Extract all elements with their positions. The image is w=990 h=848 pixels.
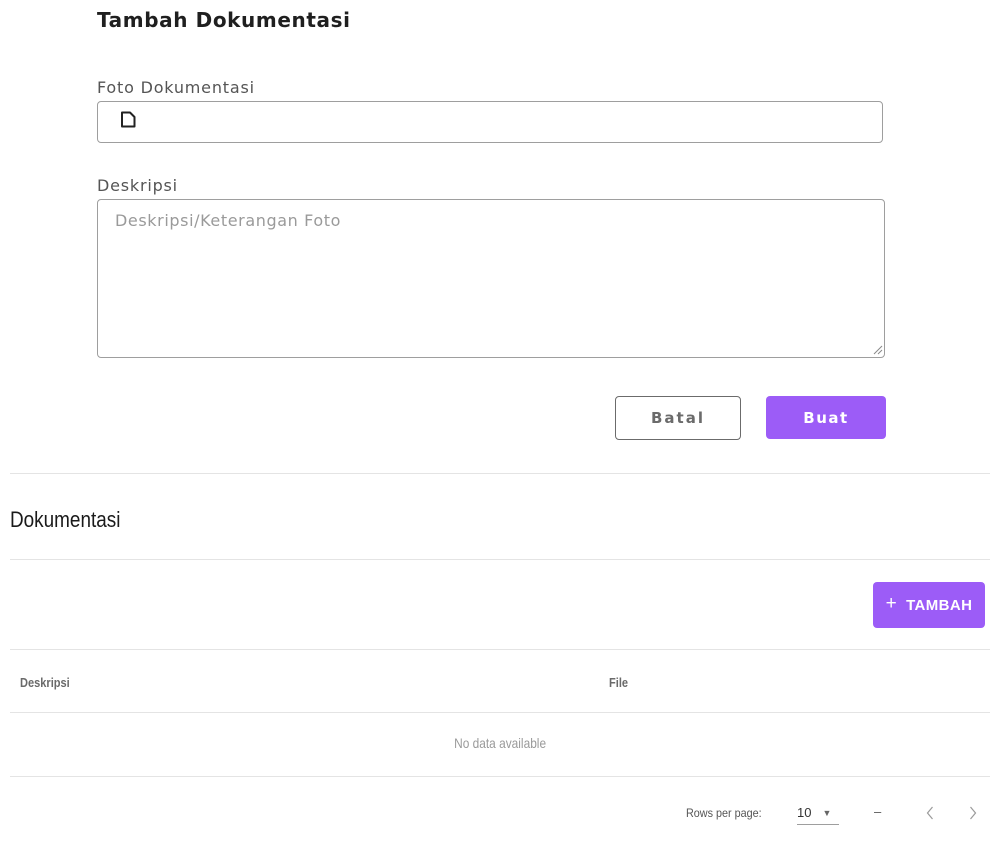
divider	[10, 559, 990, 560]
column-header-deskripsi[interactable]: Deskripsi	[20, 675, 70, 690]
rows-per-page-value: 10	[797, 805, 812, 820]
chevron-left-icon	[926, 806, 933, 820]
add-button-label: TAMBAH	[906, 596, 973, 614]
empty-state: No data available	[10, 735, 990, 751]
empty-state-text: No data available	[454, 735, 546, 751]
cancel-button[interactable]: Batal	[615, 396, 741, 440]
divider	[10, 776, 990, 777]
submit-button[interactable]: Buat	[766, 396, 886, 439]
rows-per-page-select[interactable]: 10 ▼	[797, 801, 839, 825]
plus-icon: +	[885, 593, 898, 614]
form-title: Tambah Dokumentasi	[97, 8, 351, 32]
column-header-file[interactable]: File	[609, 675, 628, 690]
page-range: –	[874, 804, 882, 819]
photo-label: Foto Dokumentasi	[97, 78, 255, 97]
chevron-right-icon	[970, 806, 977, 820]
divider	[10, 649, 990, 650]
resize-grip-icon[interactable]	[871, 343, 883, 355]
prev-page-button[interactable]	[921, 801, 939, 825]
description-textarea[interactable]	[97, 199, 885, 358]
file-icon	[120, 111, 136, 133]
divider	[10, 473, 990, 474]
description-label: Deskripsi	[97, 176, 178, 195]
next-page-button[interactable]	[964, 801, 982, 825]
divider	[10, 712, 990, 713]
photo-file-input[interactable]	[97, 101, 883, 143]
caret-down-icon: ▼	[822, 807, 832, 818]
section-title: Dokumentasi	[10, 507, 121, 532]
add-button[interactable]: + TAMBAH	[873, 582, 985, 628]
rows-per-page-label: Rows per page:	[686, 806, 762, 820]
